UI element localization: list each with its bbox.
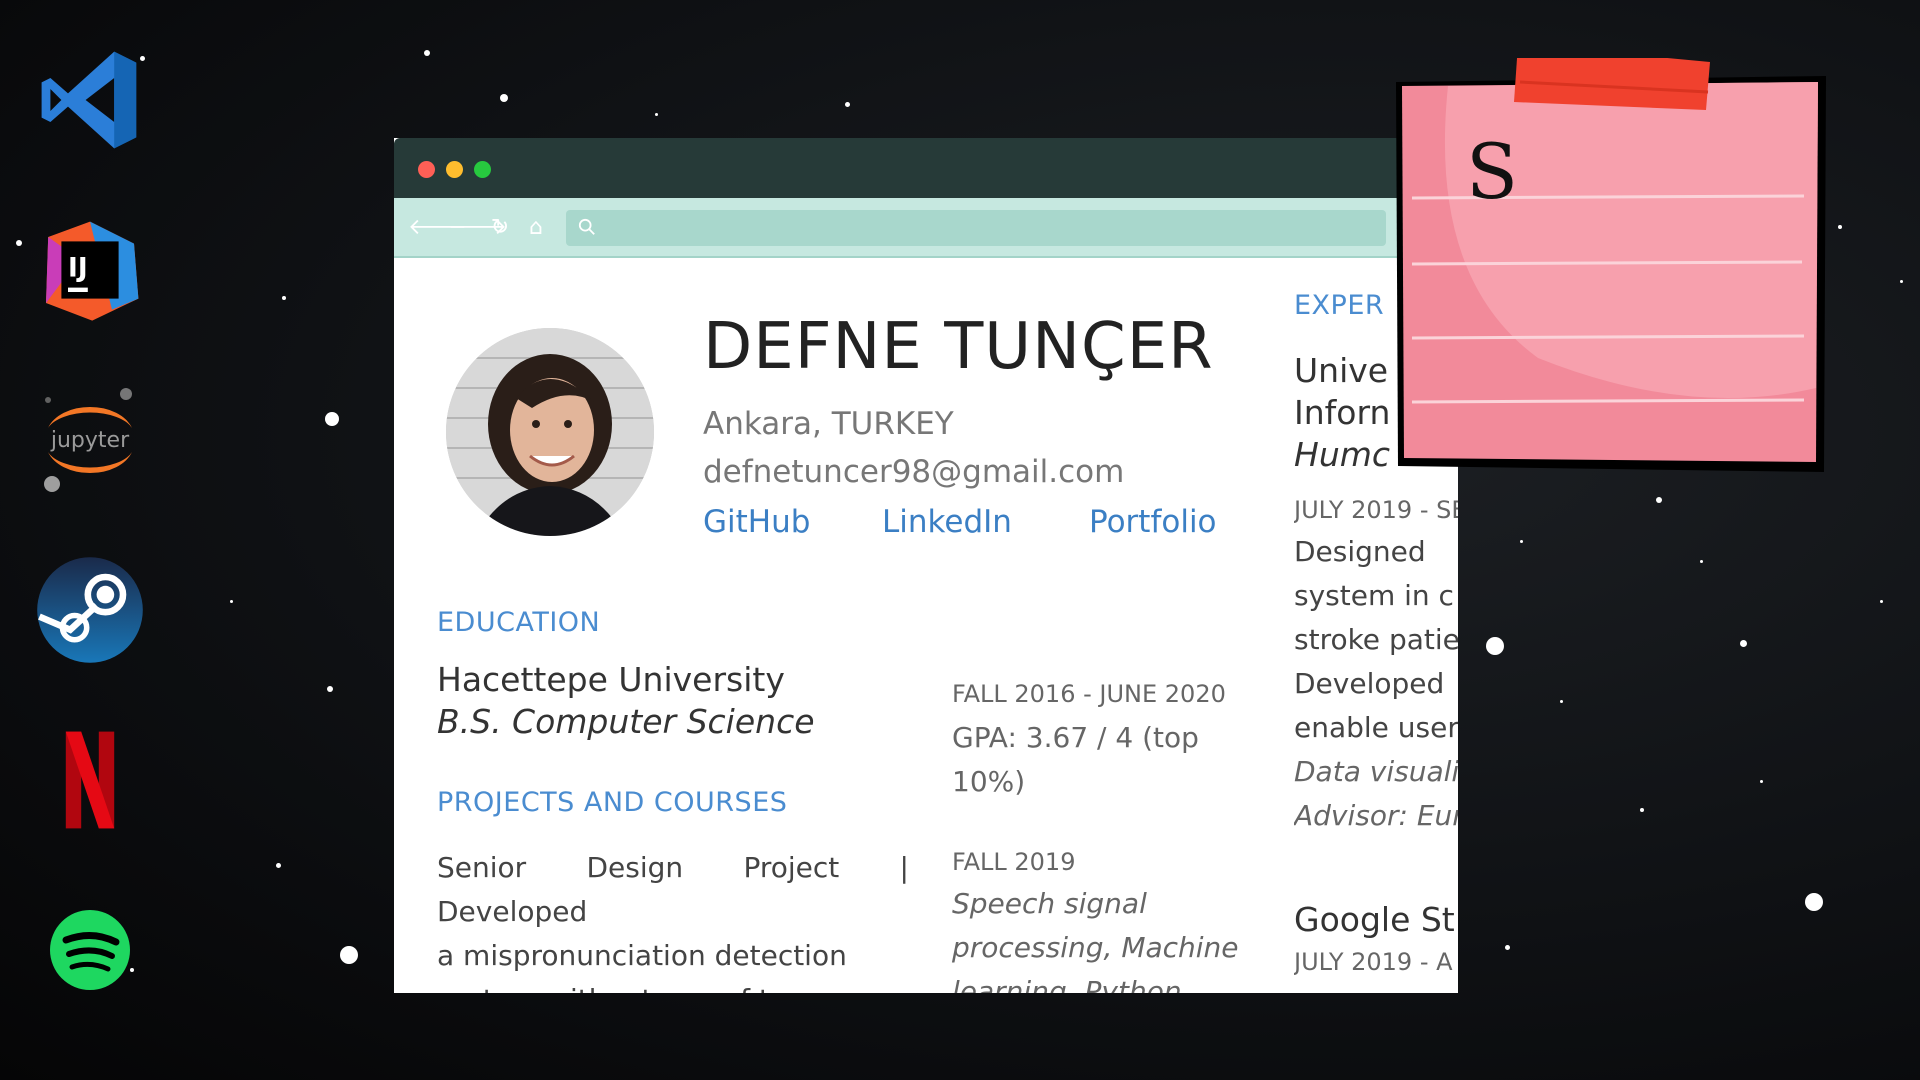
- github-link[interactable]: GitHub: [703, 504, 810, 540]
- svg-text:jupyter: jupyter: [50, 428, 130, 453]
- profile-name: DEFNE TUNÇER: [703, 310, 1214, 384]
- browser-toolbar: 🡐 🡒 ↻ ⌂ ♥: [394, 198, 1458, 258]
- education-heading: EDUCATION: [437, 607, 601, 638]
- address-bar[interactable]: [566, 210, 1386, 246]
- minimize-button[interactable]: [446, 161, 463, 178]
- home-icon[interactable]: ⌂: [522, 214, 550, 242]
- vscode-icon[interactable]: [30, 40, 150, 160]
- project-description: Senior Design Project | Developed a misp…: [437, 851, 909, 993]
- resume-page: DEFNE TUNÇER Ankara, TURKEY defnetuncer9…: [394, 260, 1458, 993]
- search-icon: [578, 218, 595, 235]
- gpa: GPA: 3.67 / 4 (top 10%): [952, 721, 1199, 798]
- project-tags: Speech signal processing, Machine learni…: [952, 887, 1239, 993]
- profile-location: Ankara, TURKEY: [703, 406, 954, 442]
- browser-window: 🡐 🡒 ↻ ⌂ ♥: [394, 138, 1458, 993]
- sticky-note-text: S: [1466, 127, 1518, 216]
- close-button[interactable]: [418, 161, 435, 178]
- education-dates: FALL 2016 - JUNE 2020: [952, 680, 1226, 708]
- experience-description: Designed system in c stroke patie Develo…: [1294, 535, 1458, 832]
- svg-text:IJ: IJ: [68, 253, 88, 284]
- back-arrow-icon[interactable]: 🡐: [408, 214, 467, 242]
- avatar: [446, 328, 654, 536]
- linkedin-link[interactable]: LinkedIn: [882, 504, 1012, 540]
- projects-heading: PROJECTS AND COURSES: [437, 787, 788, 818]
- profile-email[interactable]: defnetuncer98@gmail.com: [703, 454, 1124, 490]
- title-bar: [394, 138, 1458, 198]
- reload-icon[interactable]: ↻: [486, 214, 514, 242]
- project-date: FALL 2019: [952, 848, 1076, 876]
- netflix-icon[interactable]: [30, 720, 150, 840]
- experience-heading: EXPER: [1294, 290, 1385, 321]
- intellij-icon[interactable]: IJ: [30, 210, 150, 330]
- app-dock: IJ jupyter: [30, 40, 150, 1000]
- school-name: Hacettepe University: [437, 660, 785, 699]
- degree: B.S. Computer Science: [437, 702, 815, 741]
- forward-arrow-icon[interactable]: 🡒: [448, 214, 507, 242]
- maximize-button[interactable]: [474, 161, 491, 178]
- portfolio-link[interactable]: Portfolio: [1089, 504, 1217, 540]
- experience-org-2: Google St: [1294, 900, 1455, 939]
- experience-dates-2: JULY 2019 - A: [1294, 948, 1453, 976]
- sticky-note[interactable]: S: [1388, 44, 1828, 478]
- spotify-icon[interactable]: [30, 890, 150, 1010]
- steam-icon[interactable]: [30, 550, 150, 670]
- jupyter-icon[interactable]: jupyter: [30, 380, 150, 500]
- experience-dates: JULY 2019 - SE: [1294, 496, 1458, 524]
